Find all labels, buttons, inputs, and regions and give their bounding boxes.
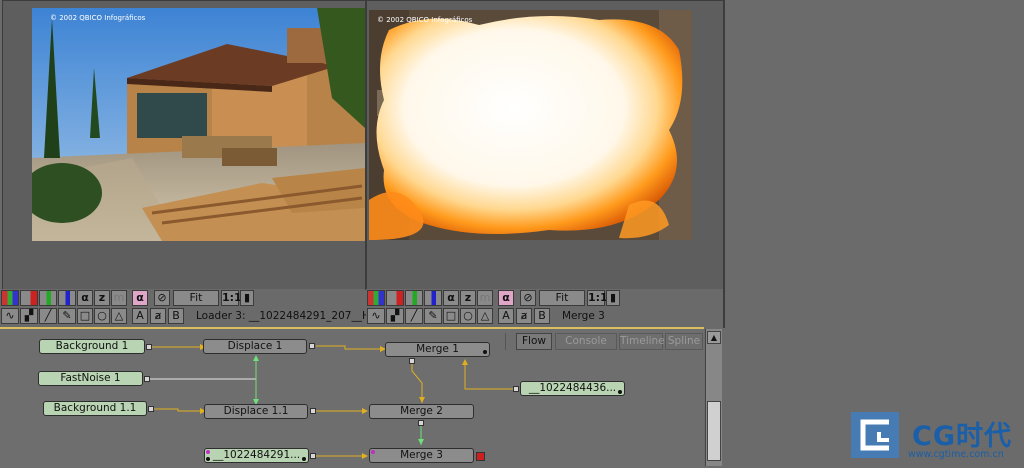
triangle-tool-icon[interactable]: △	[111, 308, 127, 324]
buffer-b-button[interactable]: B	[168, 308, 184, 324]
buffer-b-button[interactable]: B	[534, 308, 550, 324]
node-mask-dot	[371, 450, 375, 454]
channel-green-button[interactable]	[39, 290, 57, 306]
node-loader-a[interactable]: __1022484436...	[520, 381, 625, 396]
histogram-icon[interactable]: ▞	[386, 308, 404, 324]
viewer-left: © 2002 QBICO Infográficos	[2, 0, 366, 290]
channel-blue-button[interactable]	[424, 290, 442, 306]
node-output-port[interactable]	[148, 406, 154, 412]
scroll-handle-icon[interactable]: ▮	[240, 290, 254, 306]
explosion-render-image	[369, 10, 692, 240]
alpha-view-button[interactable]: α	[132, 290, 148, 306]
viewer-right-image[interactable]: © 2002 QBICO Infográficos	[369, 10, 692, 240]
channel-rgb-button[interactable]	[1, 290, 19, 306]
line-tool-icon[interactable]: ╱	[39, 308, 57, 324]
wand-tool-icon[interactable]: ✎	[424, 308, 442, 324]
tab-spline[interactable]: Spline	[665, 333, 703, 350]
scroll-handle-icon[interactable]: ▮	[606, 290, 620, 306]
buffer-a-button[interactable]: A	[498, 308, 514, 324]
node-mask-dot	[483, 350, 487, 354]
node-mask-dot	[206, 450, 210, 454]
node-mask-dot	[302, 457, 306, 461]
triangle-tool-icon[interactable]: △	[477, 308, 493, 324]
circle-tool-icon[interactable]: ○	[460, 308, 476, 324]
tab-console[interactable]: Console	[555, 333, 617, 350]
viewer-status-label: Merge 3	[562, 310, 605, 322]
tab-timeline[interactable]: Timeline	[619, 333, 665, 350]
node-mask-dot	[206, 457, 210, 461]
rect-tool-icon[interactable]: □	[443, 308, 459, 324]
zoom-ratio-button[interactable]: 1:1	[221, 290, 242, 306]
node-background-1-1[interactable]: Background 1.1	[43, 401, 147, 416]
node-merge-2[interactable]: Merge 2	[369, 404, 474, 419]
ab-compare-button[interactable]: ⱥ	[150, 308, 166, 324]
tab-flow[interactable]: Flow	[516, 333, 552, 350]
node-output-port[interactable]	[409, 358, 415, 364]
channel-red-button[interactable]	[20, 290, 38, 306]
wand-tool-icon[interactable]: ✎	[58, 308, 76, 324]
link-displace1-merge1	[316, 345, 382, 350]
viewer-left-image[interactable]: © 2002 QBICO Infográficos	[32, 8, 365, 241]
histogram-icon[interactable]: ▞	[20, 308, 38, 324]
channel-m-button[interactable]: m	[477, 290, 493, 306]
channel-red-button[interactable]	[386, 290, 404, 306]
link-loader-merge1	[464, 363, 516, 390]
node-output-port[interactable]	[309, 343, 315, 349]
node-displace-1-1[interactable]: Displace 1.1	[204, 404, 308, 419]
copyright-text: © 2002 QBICO Infográficos	[377, 16, 473, 24]
node-loader-b[interactable]: __1022484291...	[204, 448, 309, 463]
curve-icon[interactable]: ∿	[367, 308, 385, 324]
viewer-right: © 2002 QBICO Infográficos	[366, 0, 724, 290]
zoom-ratio-button[interactable]: 1:1	[587, 290, 608, 306]
zoom-fit-button[interactable]: Fit	[173, 290, 219, 306]
channel-green-button[interactable]	[405, 290, 423, 306]
node-output-port[interactable]	[310, 453, 316, 459]
flow-scrollbar[interactable]: ▲	[705, 329, 722, 466]
channel-blue-button[interactable]	[58, 290, 76, 306]
viewer-left-toolbar: α z m α ⊘ Fit 1:1 ▮ ∿ ▞ ╱ ✎ □ ○ △ A ⱥ B …	[0, 289, 376, 327]
node-output-port[interactable]	[418, 420, 424, 426]
node-merge-3[interactable]: Merge 3	[369, 448, 474, 463]
patio-render-image	[32, 8, 365, 241]
side-panel	[723, 0, 725, 328]
viewer-right-toolbar: α z m α ⊘ Fit 1:1 ▮ ∿ ▞ ╱ ✎ □ ○ △ A ⱥ B …	[366, 289, 723, 327]
ab-compare-button[interactable]: ⱥ	[516, 308, 532, 324]
copyright-text: © 2002 QBICO Infográficos	[50, 14, 146, 22]
view-output-indicator[interactable]	[476, 452, 485, 461]
channel-alpha-button[interactable]: α	[77, 290, 93, 306]
viewer-status-label: Loader 3: __1022484291_207__Ho	[196, 310, 377, 322]
watermark-brand: CG时代	[912, 421, 1012, 452]
scroll-up-icon[interactable]: ▲	[707, 331, 721, 344]
buffer-a-button[interactable]: A	[132, 308, 148, 324]
node-output-port[interactable]	[146, 344, 152, 350]
channel-rgb-button[interactable]	[367, 290, 385, 306]
node-background-1[interactable]: Background 1	[39, 339, 145, 354]
curve-icon[interactable]: ∿	[1, 308, 19, 324]
node-fastnoise-1[interactable]: FastNoise 1	[38, 371, 143, 386]
node-mask-dot	[618, 390, 622, 394]
cgtime-logo-icon	[851, 412, 899, 458]
channel-m-button[interactable]: m	[111, 290, 127, 306]
alpha-view-button[interactable]: α	[498, 290, 514, 306]
line-tool-icon[interactable]: ╱	[405, 308, 423, 324]
channel-z-button[interactable]: z	[94, 290, 110, 306]
node-displace-1[interactable]: Displace 1	[203, 339, 307, 354]
node-output-port[interactable]	[310, 408, 316, 414]
circle-tool-icon[interactable]: ○	[94, 308, 110, 324]
channel-z-button[interactable]: z	[460, 290, 476, 306]
rect-tool-icon[interactable]: □	[77, 308, 93, 324]
lock-icon[interactable]: ⊘	[520, 290, 536, 306]
link-bg11-displace11	[152, 408, 200, 412]
watermark-url: www.cgtime.com.cn	[908, 449, 1004, 460]
node-output-port[interactable]	[513, 386, 519, 392]
channel-alpha-button[interactable]: α	[443, 290, 459, 306]
tab-bar-divider	[505, 333, 506, 350]
lock-icon[interactable]: ⊘	[154, 290, 170, 306]
node-output-port[interactable]	[144, 376, 150, 382]
scroll-thumb[interactable]	[707, 401, 721, 461]
zoom-fit-button[interactable]: Fit	[539, 290, 585, 306]
node-merge-1[interactable]: Merge 1	[385, 342, 490, 357]
